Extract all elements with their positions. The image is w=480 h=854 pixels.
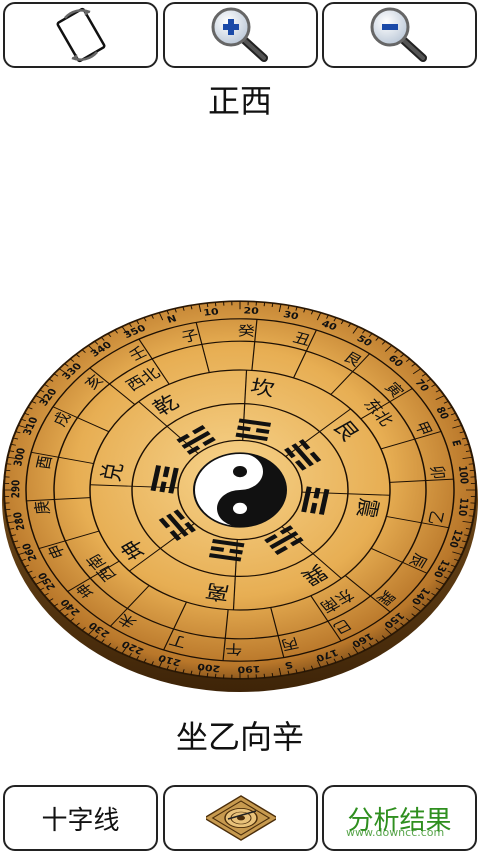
degree-label: 100	[456, 465, 470, 484]
zoom-out-button[interactable]	[322, 2, 477, 68]
watermark-text: www.downcc.com	[346, 826, 445, 839]
degree-label: 290	[10, 480, 22, 498]
dial-face: 280290300310320330340350N10 20 30405060708…	[3, 300, 477, 680]
degree-label: 190	[237, 663, 260, 673]
ring-gua-label: 午	[225, 641, 243, 657]
crosshair-button[interactable]: 十字线	[3, 785, 158, 851]
trigram-label: 坎	[248, 376, 276, 401]
degree-label: 20	[243, 306, 259, 316]
zoom-in-icon	[211, 7, 268, 62]
trigram-label: 震	[351, 496, 382, 519]
degree-label: 10	[203, 307, 220, 318]
ring-gua-label: 庚	[32, 500, 54, 515]
zoom-out-icon	[370, 7, 427, 62]
crosshair-label: 十字线	[41, 805, 120, 836]
compass-dial[interactable]: 280 290 300 310 320 330 340 350 N 10 20 30 40 50 60 70 8…	[0, 290, 480, 702]
zoom-in-button[interactable]	[163, 2, 318, 68]
luopan-icon	[205, 795, 276, 841]
trigram-label: 离	[203, 579, 231, 604]
rotate-icon	[55, 7, 106, 63]
ring-gua-label: 癸	[237, 323, 255, 339]
direction-label: 正西	[207, 82, 272, 120]
yin-yang-icon	[193, 452, 287, 528]
rotate-button[interactable]	[3, 2, 158, 68]
degree-label: 110	[455, 497, 469, 516]
analysis-result-text: 坐乙向辛	[175, 718, 304, 756]
luopan-dial[interactable]: 280290300310320330340350N10 20 30405060708…	[0, 290, 480, 702]
compass-app-screen: 正西 280 290 300 310 320 330 340 350 N 10 …	[0, 0, 480, 854]
ring-gua-label: 乙	[424, 510, 447, 526]
trigram-label: 兑	[98, 461, 129, 484]
ring-gua-label: 酉	[33, 454, 56, 470]
luopan-image-button[interactable]	[163, 785, 318, 851]
analysis-result-button[interactable]: 分析结果	[322, 785, 477, 851]
ring-gua-label: 卯	[427, 465, 449, 480]
